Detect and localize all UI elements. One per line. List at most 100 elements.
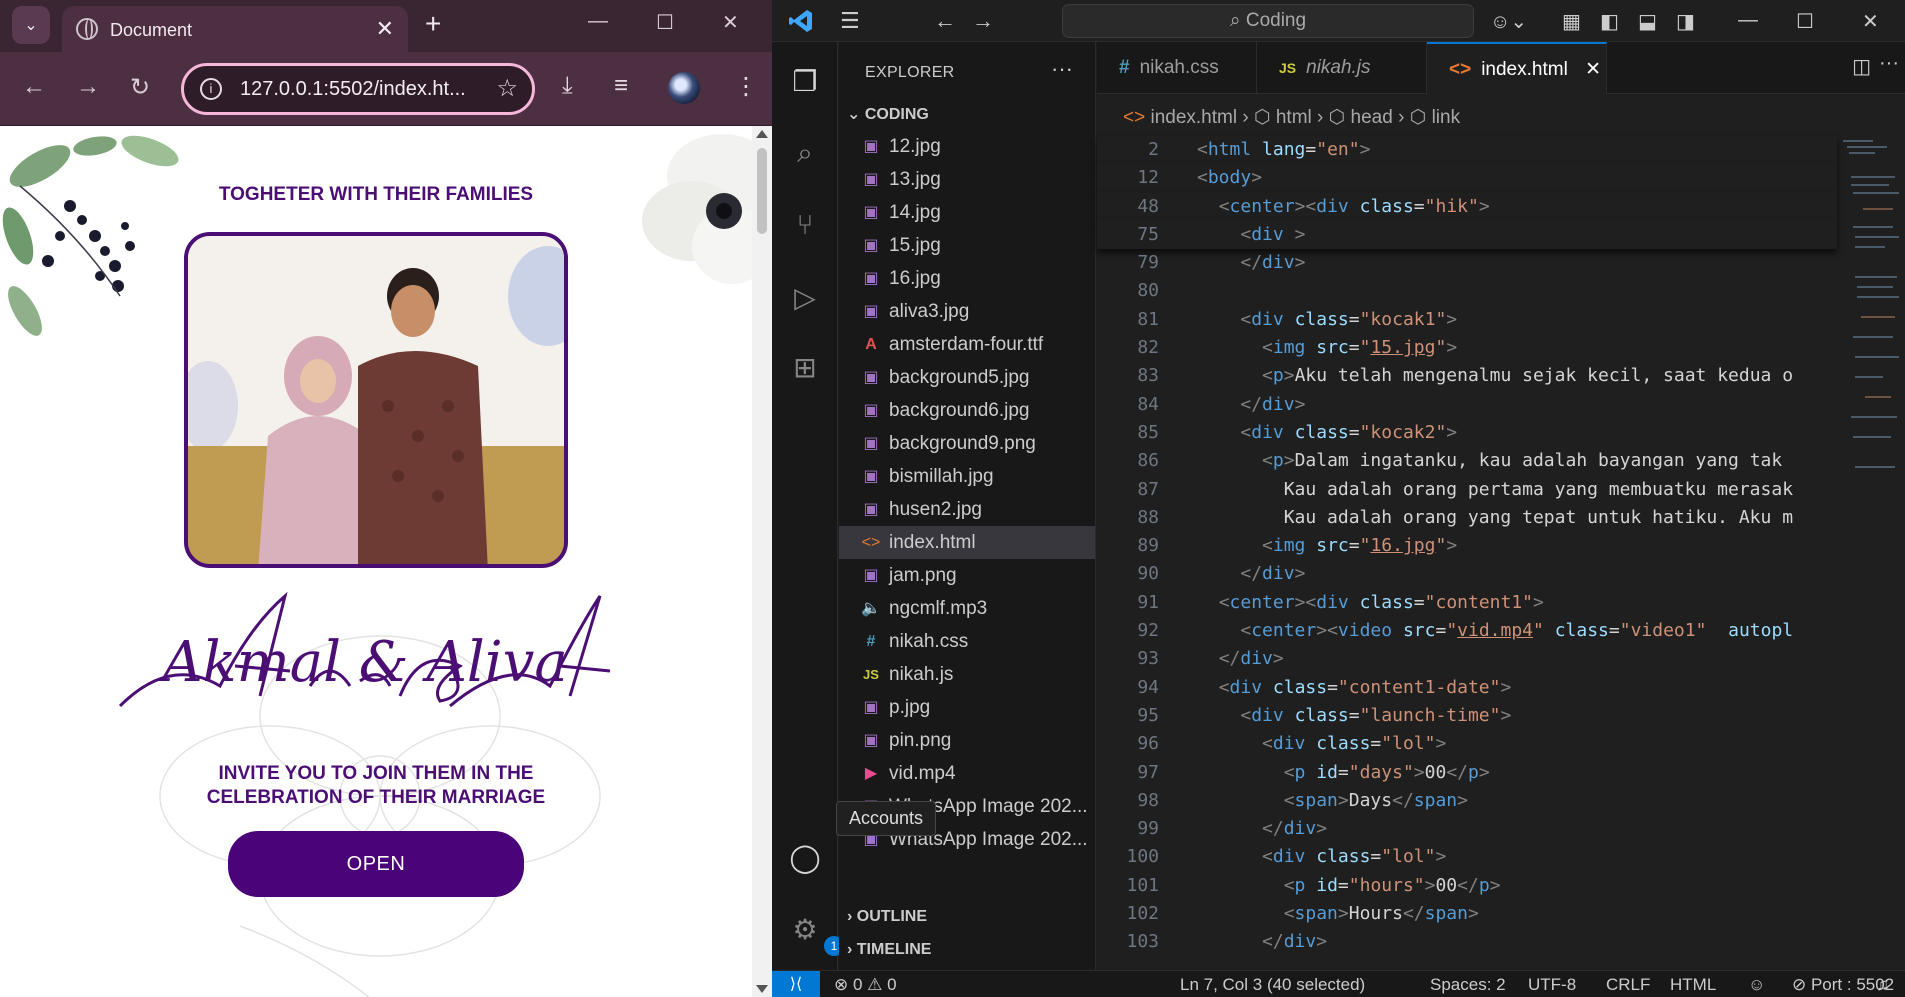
scroll-up-arrow-icon[interactable]	[756, 130, 768, 138]
file-item[interactable]: <> index.html	[839, 526, 1095, 559]
code-line[interactable]: 83 <p>Aku telah mengenalmu sejak kecil, …	[1097, 362, 1837, 390]
customize-layout-icon[interactable]: ▦	[1562, 9, 1581, 34]
encoding[interactable]: UTF-8	[1528, 975, 1576, 995]
accounts-icon[interactable]: ◯	[786, 838, 824, 876]
explorer-more-icon[interactable]: ···	[1051, 56, 1073, 82]
code-line[interactable]: 81 <div class="kocak1">	[1097, 306, 1837, 334]
minimap[interactable]	[1843, 136, 1899, 516]
scroll-down-arrow-icon[interactable]	[756, 985, 768, 993]
indentation[interactable]: Spaces: 2	[1430, 975, 1506, 995]
code-line[interactable]: 48 <center><div class="hik">	[1097, 192, 1837, 221]
file-item[interactable]: ▣ background6.jpg	[839, 394, 1095, 427]
new-tab-button[interactable]: +	[425, 8, 441, 40]
file-item[interactable]: JS nikah.js	[839, 658, 1095, 691]
code-line[interactable]: 85 <div class="kocak2">	[1097, 419, 1837, 447]
code-line[interactable]: 95 <div class="launch-time">	[1097, 702, 1837, 730]
tab-nikah-js[interactable]: JS nikah.js	[1257, 42, 1427, 94]
code-line[interactable]: 87 Kau adalah orang pertama yang membuat…	[1097, 476, 1837, 504]
code-line[interactable]: 79 </div>	[1097, 249, 1837, 277]
file-item[interactable]: ▣ jam.png	[839, 559, 1095, 592]
split-editor-icon[interactable]: ◫	[1852, 54, 1871, 79]
settings-gear-icon[interactable]: ⚙ 1	[786, 910, 844, 956]
toggle-panel-icon[interactable]: ⬓	[1638, 9, 1657, 34]
browser-tab[interactable]: Document ✕	[62, 6, 408, 52]
minimize-button[interactable]: —	[588, 10, 608, 33]
close-tab-icon[interactable]: ✕	[1585, 59, 1601, 80]
back-button[interactable]: ←	[22, 73, 46, 101]
file-item[interactable]: ▣ husen2.jpg	[839, 493, 1095, 526]
code-line[interactable]: 100 <div class="lol">	[1097, 843, 1837, 871]
copilot-status-icon[interactable]: ☺	[1748, 975, 1765, 995]
vscode-close-button[interactable]: ✕	[1862, 9, 1879, 34]
file-item[interactable]: Aamsterdam-four.ttf	[839, 328, 1095, 361]
close-window-button[interactable]: ✕	[722, 10, 739, 35]
code-line[interactable]: 92 <center><video src="vid.mp4" class="v…	[1097, 617, 1837, 645]
problems-indicator[interactable]: ⊗ 0 ⚠ 0	[834, 975, 897, 995]
toggle-secondary-sidebar-icon[interactable]: ◨	[1676, 9, 1695, 34]
nav-forward-icon[interactable]: →	[972, 8, 994, 34]
file-item[interactable]: ▣ 15.jpg	[839, 229, 1095, 262]
code-line[interactable]: 91 <center><div class="content1">	[1097, 589, 1837, 617]
scroll-thumb[interactable]	[757, 148, 767, 234]
browser-menu-icon[interactable]: ⋮	[734, 72, 758, 101]
code-line[interactable]: 88 Kau adalah orang yang tepat untuk hat…	[1097, 504, 1837, 532]
nav-back-icon[interactable]: ←	[934, 8, 956, 34]
file-item[interactable]: ▶ vid.mp4	[839, 757, 1095, 790]
extensions-icon[interactable]: ⊞	[786, 348, 824, 386]
run-debug-icon[interactable]: ▷	[786, 278, 824, 316]
code-line[interactable]: 94 <div class="content1-date">	[1097, 674, 1837, 702]
code-line[interactable]: 89 <img src="16.jpg">	[1097, 532, 1837, 560]
code-line[interactable]: 98 <span>Days</span>	[1097, 787, 1837, 815]
code-editor[interactable]: 2 <html lang="en"> 12 <body> 48 <center><div…	[1097, 136, 1837, 957]
download-icon[interactable]: ⤓	[562, 72, 573, 100]
file-item[interactable]: ▣ p.jpg	[839, 691, 1095, 724]
code-line[interactable]: 103 </div>	[1097, 928, 1837, 956]
code-line[interactable]: 97 <p id="days">00</p>	[1097, 759, 1837, 787]
code-line[interactable]: 93 </div>	[1097, 645, 1837, 673]
file-item[interactable]: ▣ background5.jpg	[839, 361, 1095, 394]
profile-avatar[interactable]	[668, 72, 700, 104]
breadcrumb-item[interactable]: index.html	[1150, 107, 1237, 128]
menu-icon[interactable]: ☰	[840, 8, 860, 34]
code-line[interactable]: 90 </div>	[1097, 560, 1837, 588]
code-line[interactable]: 82 <img src="15.jpg">	[1097, 334, 1837, 362]
reload-button[interactable]: ↻	[130, 73, 150, 102]
media-control-icon[interactable]: ≡	[614, 72, 628, 100]
file-item[interactable]: ▣ pin.png	[839, 724, 1095, 757]
remote-indicator-icon[interactable]: ⟩⟨	[772, 971, 820, 997]
code-line[interactable]: 75 <div >	[1097, 220, 1837, 250]
address-bar[interactable]: i 127.0.0.1:5502/index.ht... ☆	[181, 63, 535, 115]
file-item[interactable]: ▣ 13.jpg	[839, 163, 1095, 196]
tab-search-button[interactable]: ⌄	[12, 6, 50, 44]
file-item[interactable]: ▣ 16.jpg	[839, 262, 1095, 295]
explorer-icon[interactable]: ❐	[786, 62, 824, 100]
line-ending[interactable]: CRLF	[1606, 975, 1650, 995]
editor-more-icon[interactable]: ···	[1879, 52, 1899, 75]
tab-nikah-css[interactable]: # nikah.css	[1097, 42, 1257, 94]
bookmark-star-icon[interactable]: ☆	[496, 74, 518, 103]
close-tab-icon[interactable]: ✕	[376, 16, 394, 42]
breadcrumb-item[interactable]: html	[1276, 107, 1312, 128]
outline-section[interactable]: › OUTLINE	[847, 908, 927, 926]
code-line[interactable]: 12 <body>	[1097, 164, 1837, 193]
code-line[interactable]: 2 <html lang="en">	[1097, 136, 1837, 165]
language-mode[interactable]: HTML	[1670, 975, 1716, 995]
vscode-maximize-button[interactable]: ☐	[1796, 9, 1814, 34]
folder-header[interactable]: ⌄ CODING	[847, 104, 929, 124]
code-line[interactable]: 102 <span>Hours</span>	[1097, 900, 1837, 928]
search-icon[interactable]: ⌕	[786, 134, 824, 172]
breadcrumb-item[interactable]: head	[1351, 107, 1393, 128]
cursor-position[interactable]: Ln 7, Col 3 (40 selected)	[1180, 975, 1365, 995]
code-line[interactable]: 99 </div>	[1097, 815, 1837, 843]
code-line[interactable]: 101 <p id="hours">00</p>	[1097, 872, 1837, 900]
copilot-icon[interactable]: ☺⌄	[1490, 9, 1527, 34]
page-scrollbar[interactable]	[752, 126, 772, 997]
site-info-icon[interactable]: i	[200, 78, 222, 100]
file-item[interactable]: ▣ 14.jpg	[839, 196, 1095, 229]
file-item[interactable]: ▣ background9.png	[839, 427, 1095, 460]
code-line[interactable]: 80	[1097, 277, 1837, 305]
source-control-icon[interactable]: ⑂	[786, 206, 824, 244]
toggle-sidebar-icon[interactable]: ◧	[1600, 9, 1619, 34]
maximize-button[interactable]: ☐	[656, 10, 674, 35]
file-item[interactable]: 🔈 ngcmlf.mp3	[839, 592, 1095, 625]
